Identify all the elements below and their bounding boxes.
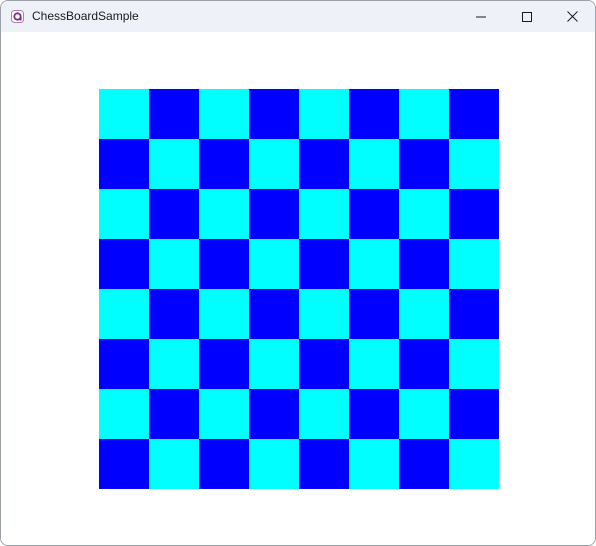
chess-board bbox=[99, 89, 499, 489]
board-square bbox=[349, 189, 399, 239]
board-square bbox=[299, 389, 349, 439]
board-square bbox=[149, 339, 199, 389]
board-square bbox=[199, 439, 249, 489]
maximize-button[interactable] bbox=[504, 1, 550, 32]
board-square bbox=[399, 89, 449, 139]
board-square bbox=[99, 289, 149, 339]
board-square bbox=[349, 139, 399, 189]
board-square bbox=[249, 389, 299, 439]
board-square bbox=[399, 439, 449, 489]
board-square bbox=[149, 389, 199, 439]
board-square bbox=[99, 339, 149, 389]
board-square bbox=[99, 139, 149, 189]
minimize-button[interactable] bbox=[458, 1, 504, 32]
board-square bbox=[449, 289, 499, 339]
board-square bbox=[299, 139, 349, 189]
board-square bbox=[449, 439, 499, 489]
board-square bbox=[249, 189, 299, 239]
board-square bbox=[149, 139, 199, 189]
close-button[interactable] bbox=[549, 1, 595, 32]
board-square bbox=[149, 89, 199, 139]
board-square bbox=[399, 239, 449, 289]
board-square bbox=[149, 439, 199, 489]
board-square bbox=[199, 189, 249, 239]
board-square bbox=[99, 89, 149, 139]
board-square bbox=[249, 439, 299, 489]
board-square bbox=[249, 89, 299, 139]
board-square bbox=[199, 389, 249, 439]
board-square bbox=[449, 139, 499, 189]
board-square bbox=[349, 439, 399, 489]
client-area bbox=[1, 32, 595, 545]
board-square bbox=[199, 289, 249, 339]
board-square bbox=[349, 239, 399, 289]
board-square bbox=[149, 239, 199, 289]
app-window: ChessBoardSample bbox=[0, 0, 596, 546]
board-square bbox=[399, 189, 449, 239]
board-square bbox=[349, 89, 399, 139]
minimize-icon bbox=[476, 12, 486, 22]
board-square bbox=[199, 89, 249, 139]
window-title: ChessBoardSample bbox=[32, 9, 139, 23]
board-square bbox=[299, 239, 349, 289]
board-square bbox=[349, 289, 399, 339]
board-square bbox=[399, 389, 449, 439]
board-square bbox=[299, 189, 349, 239]
board-square bbox=[99, 189, 149, 239]
board-square bbox=[149, 189, 199, 239]
close-icon bbox=[566, 11, 578, 22]
title-bar[interactable]: ChessBoardSample bbox=[1, 1, 595, 32]
board-square bbox=[299, 89, 349, 139]
board-square bbox=[149, 289, 199, 339]
board-square bbox=[449, 189, 499, 239]
board-square bbox=[399, 289, 449, 339]
board-square bbox=[449, 339, 499, 389]
maximize-icon bbox=[522, 11, 532, 22]
board-square bbox=[399, 139, 449, 189]
board-square bbox=[199, 139, 249, 189]
app-logo-icon bbox=[11, 10, 24, 23]
board-square bbox=[299, 339, 349, 389]
board-square bbox=[449, 389, 499, 439]
board-square bbox=[349, 389, 399, 439]
board-square bbox=[449, 89, 499, 139]
board-square bbox=[199, 339, 249, 389]
board-square bbox=[249, 239, 299, 289]
board-square bbox=[249, 289, 299, 339]
board-square bbox=[249, 339, 299, 389]
board-square bbox=[199, 239, 249, 289]
board-square bbox=[299, 289, 349, 339]
board-square bbox=[349, 339, 399, 389]
board-square bbox=[299, 439, 349, 489]
board-square bbox=[99, 439, 149, 489]
board-square bbox=[249, 139, 299, 189]
board-square bbox=[99, 239, 149, 289]
board-square bbox=[399, 339, 449, 389]
board-square bbox=[99, 389, 149, 439]
board-square bbox=[449, 239, 499, 289]
